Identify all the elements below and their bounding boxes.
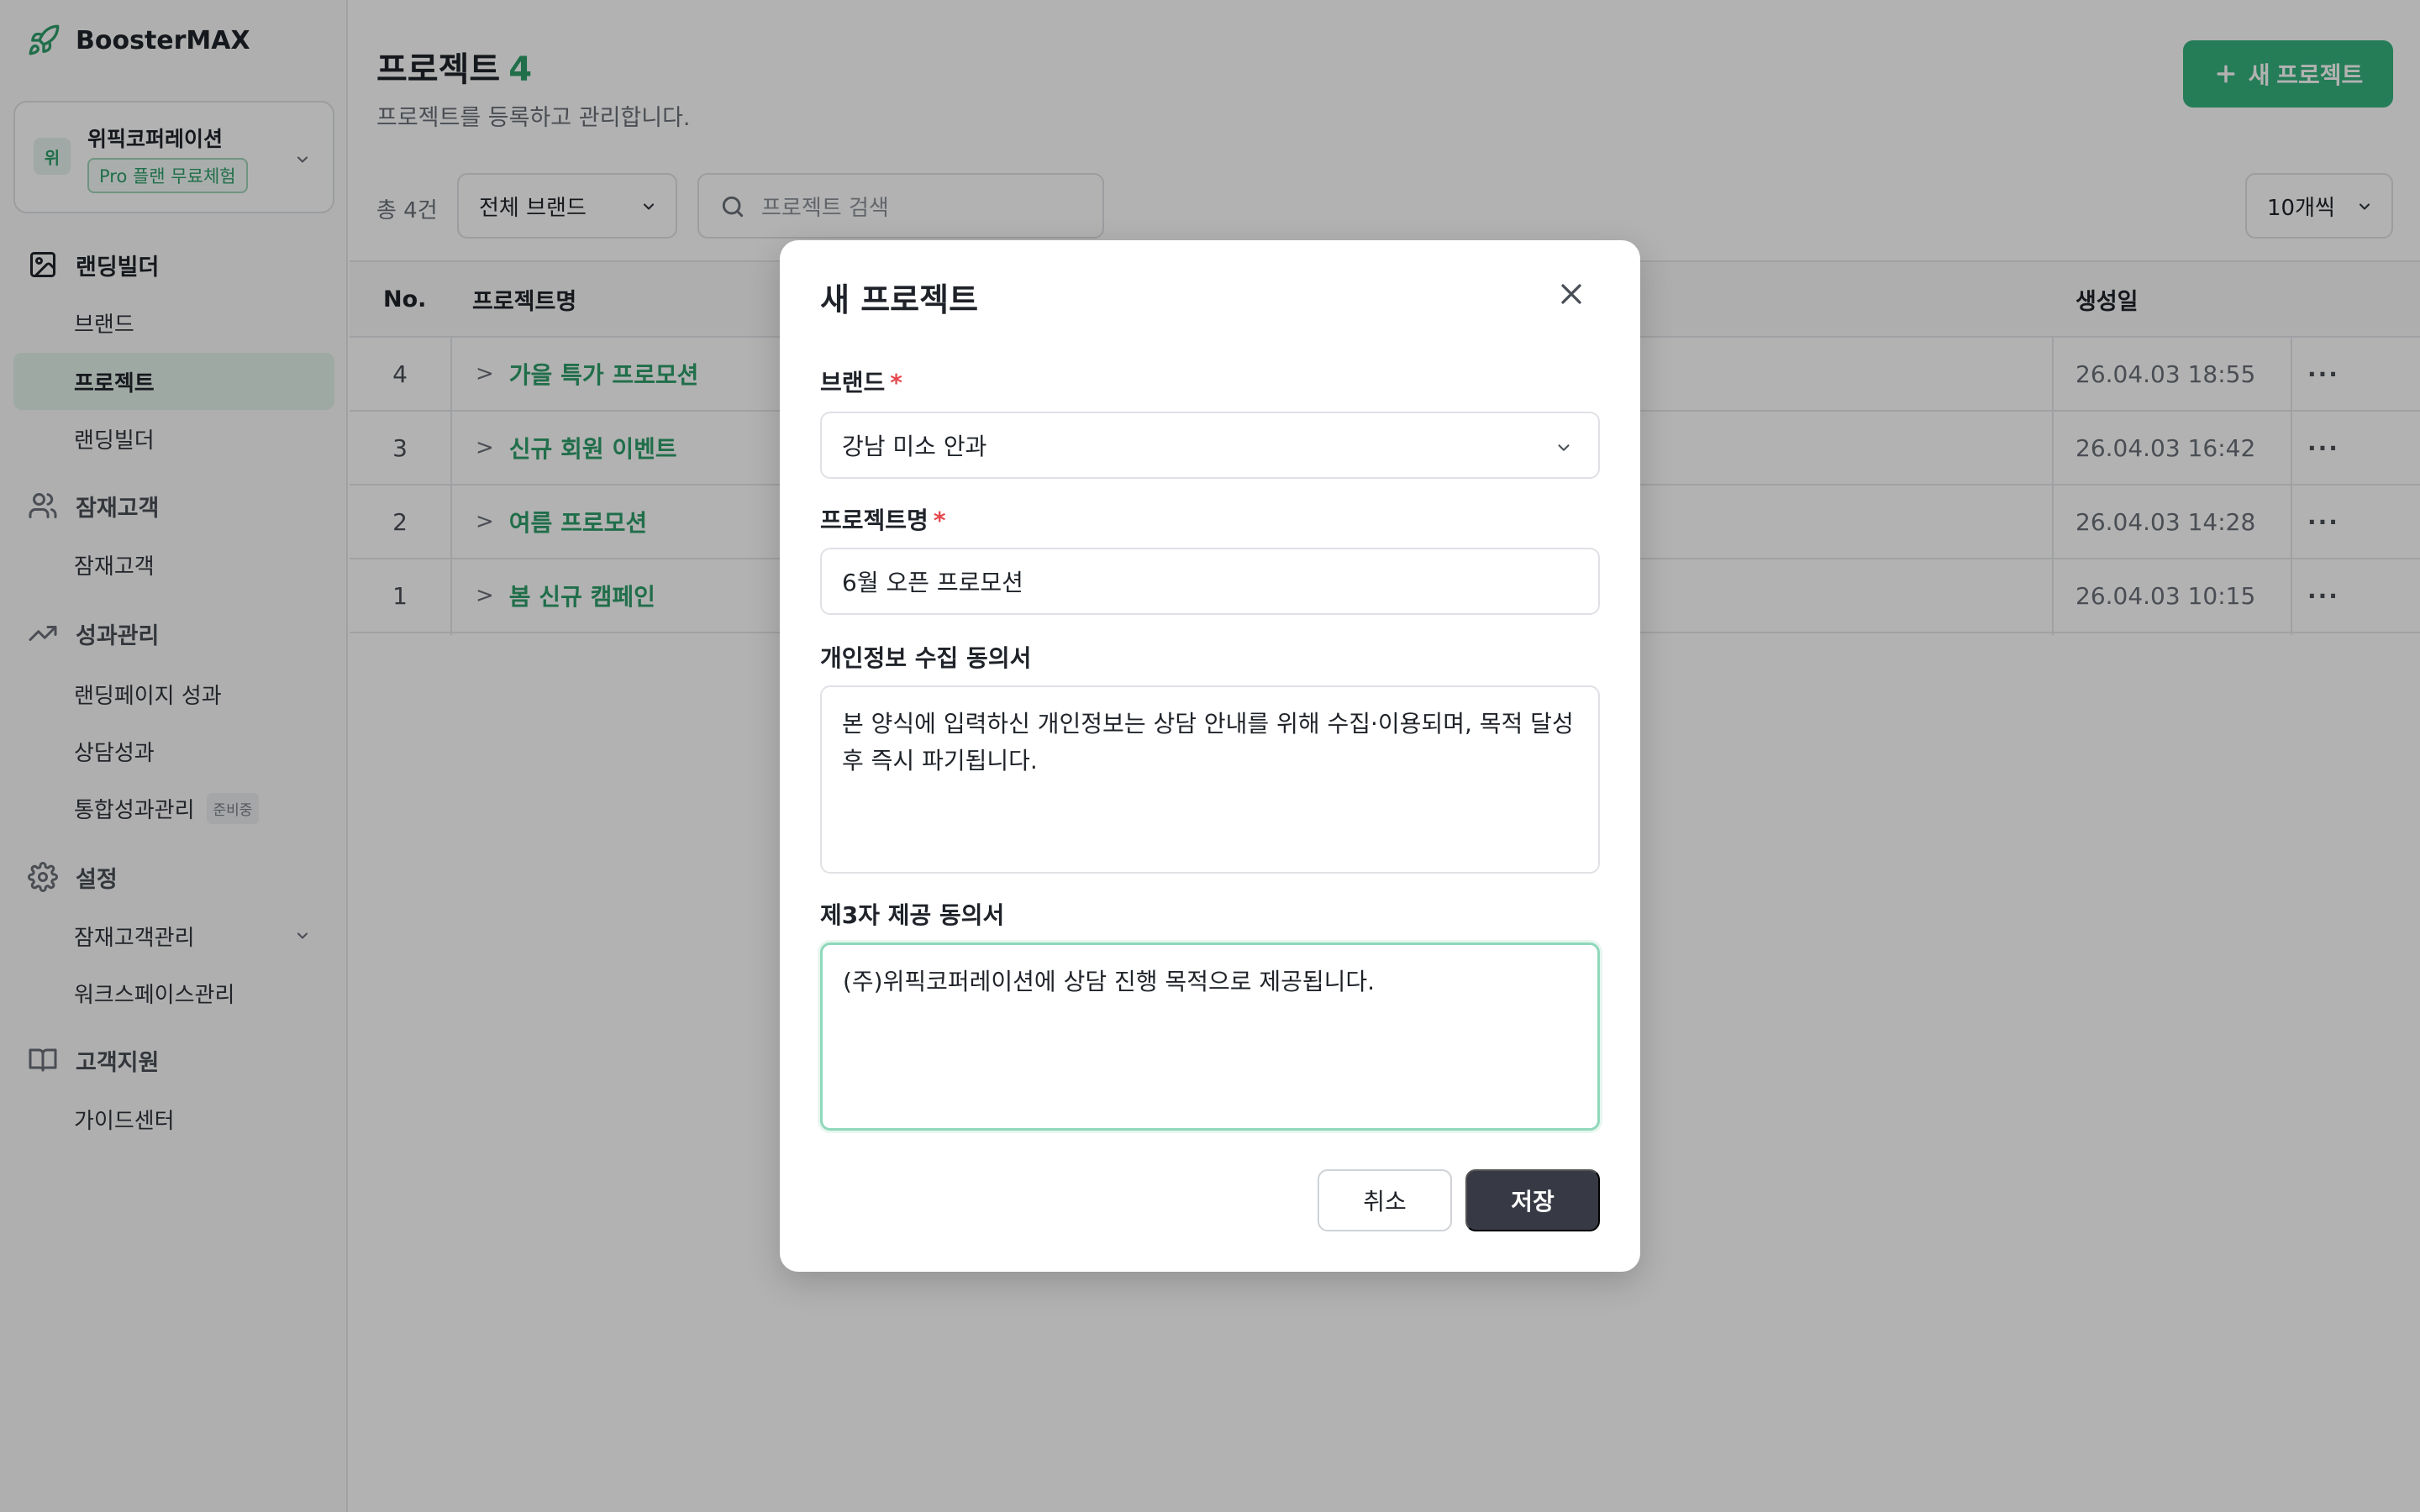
privacy-consent-textarea[interactable]: 본 양식에 입력하신 개인정보는 상담 안내를 위해 수집·이용되며, 목적 달…	[820, 685, 1600, 874]
third-party-consent-label: 제3자 제공 동의서	[820, 901, 1005, 929]
new-project-dialog: 새 프로젝트 브랜드 * 강남 미소 안과 프로젝트명 * 6월 오픈 프로모션 개…	[780, 240, 1640, 1272]
project-name-label-text: 프로젝트명	[820, 507, 929, 534]
third-party-consent-textarea[interactable]: (주)위픽코퍼레이션에 상담 진행 목적으로 제공됩니다.	[820, 942, 1600, 1131]
project-name-field-label: 프로젝트명 *	[820, 502, 945, 536]
brand-field-label: 브랜드 *	[820, 365, 902, 398]
brand-label-text: 브랜드	[820, 369, 886, 396]
dialog-title: 새 프로젝트	[820, 281, 979, 318]
chevron-down-icon	[1558, 444, 1570, 451]
save-button[interactable]: 저장	[1465, 1169, 1600, 1231]
project-name-input[interactable]: 6월 오픈 프로모션	[820, 548, 1600, 615]
brand-select-value: 강남 미소 안과	[842, 433, 987, 460]
cancel-button[interactable]: 취소	[1318, 1169, 1452, 1231]
required-mark: *	[933, 507, 946, 534]
brand-select[interactable]: 강남 미소 안과	[820, 412, 1600, 479]
privacy-consent-label: 개인정보 수집 동의서	[820, 644, 1032, 672]
required-mark: *	[890, 369, 902, 396]
app: BoosterMAX 위 위픽코퍼레이션 Pro 플랜 무료체험 랜딩빌더 브랜…	[0, 0, 2420, 1512]
close-icon[interactable]	[1555, 277, 1588, 311]
